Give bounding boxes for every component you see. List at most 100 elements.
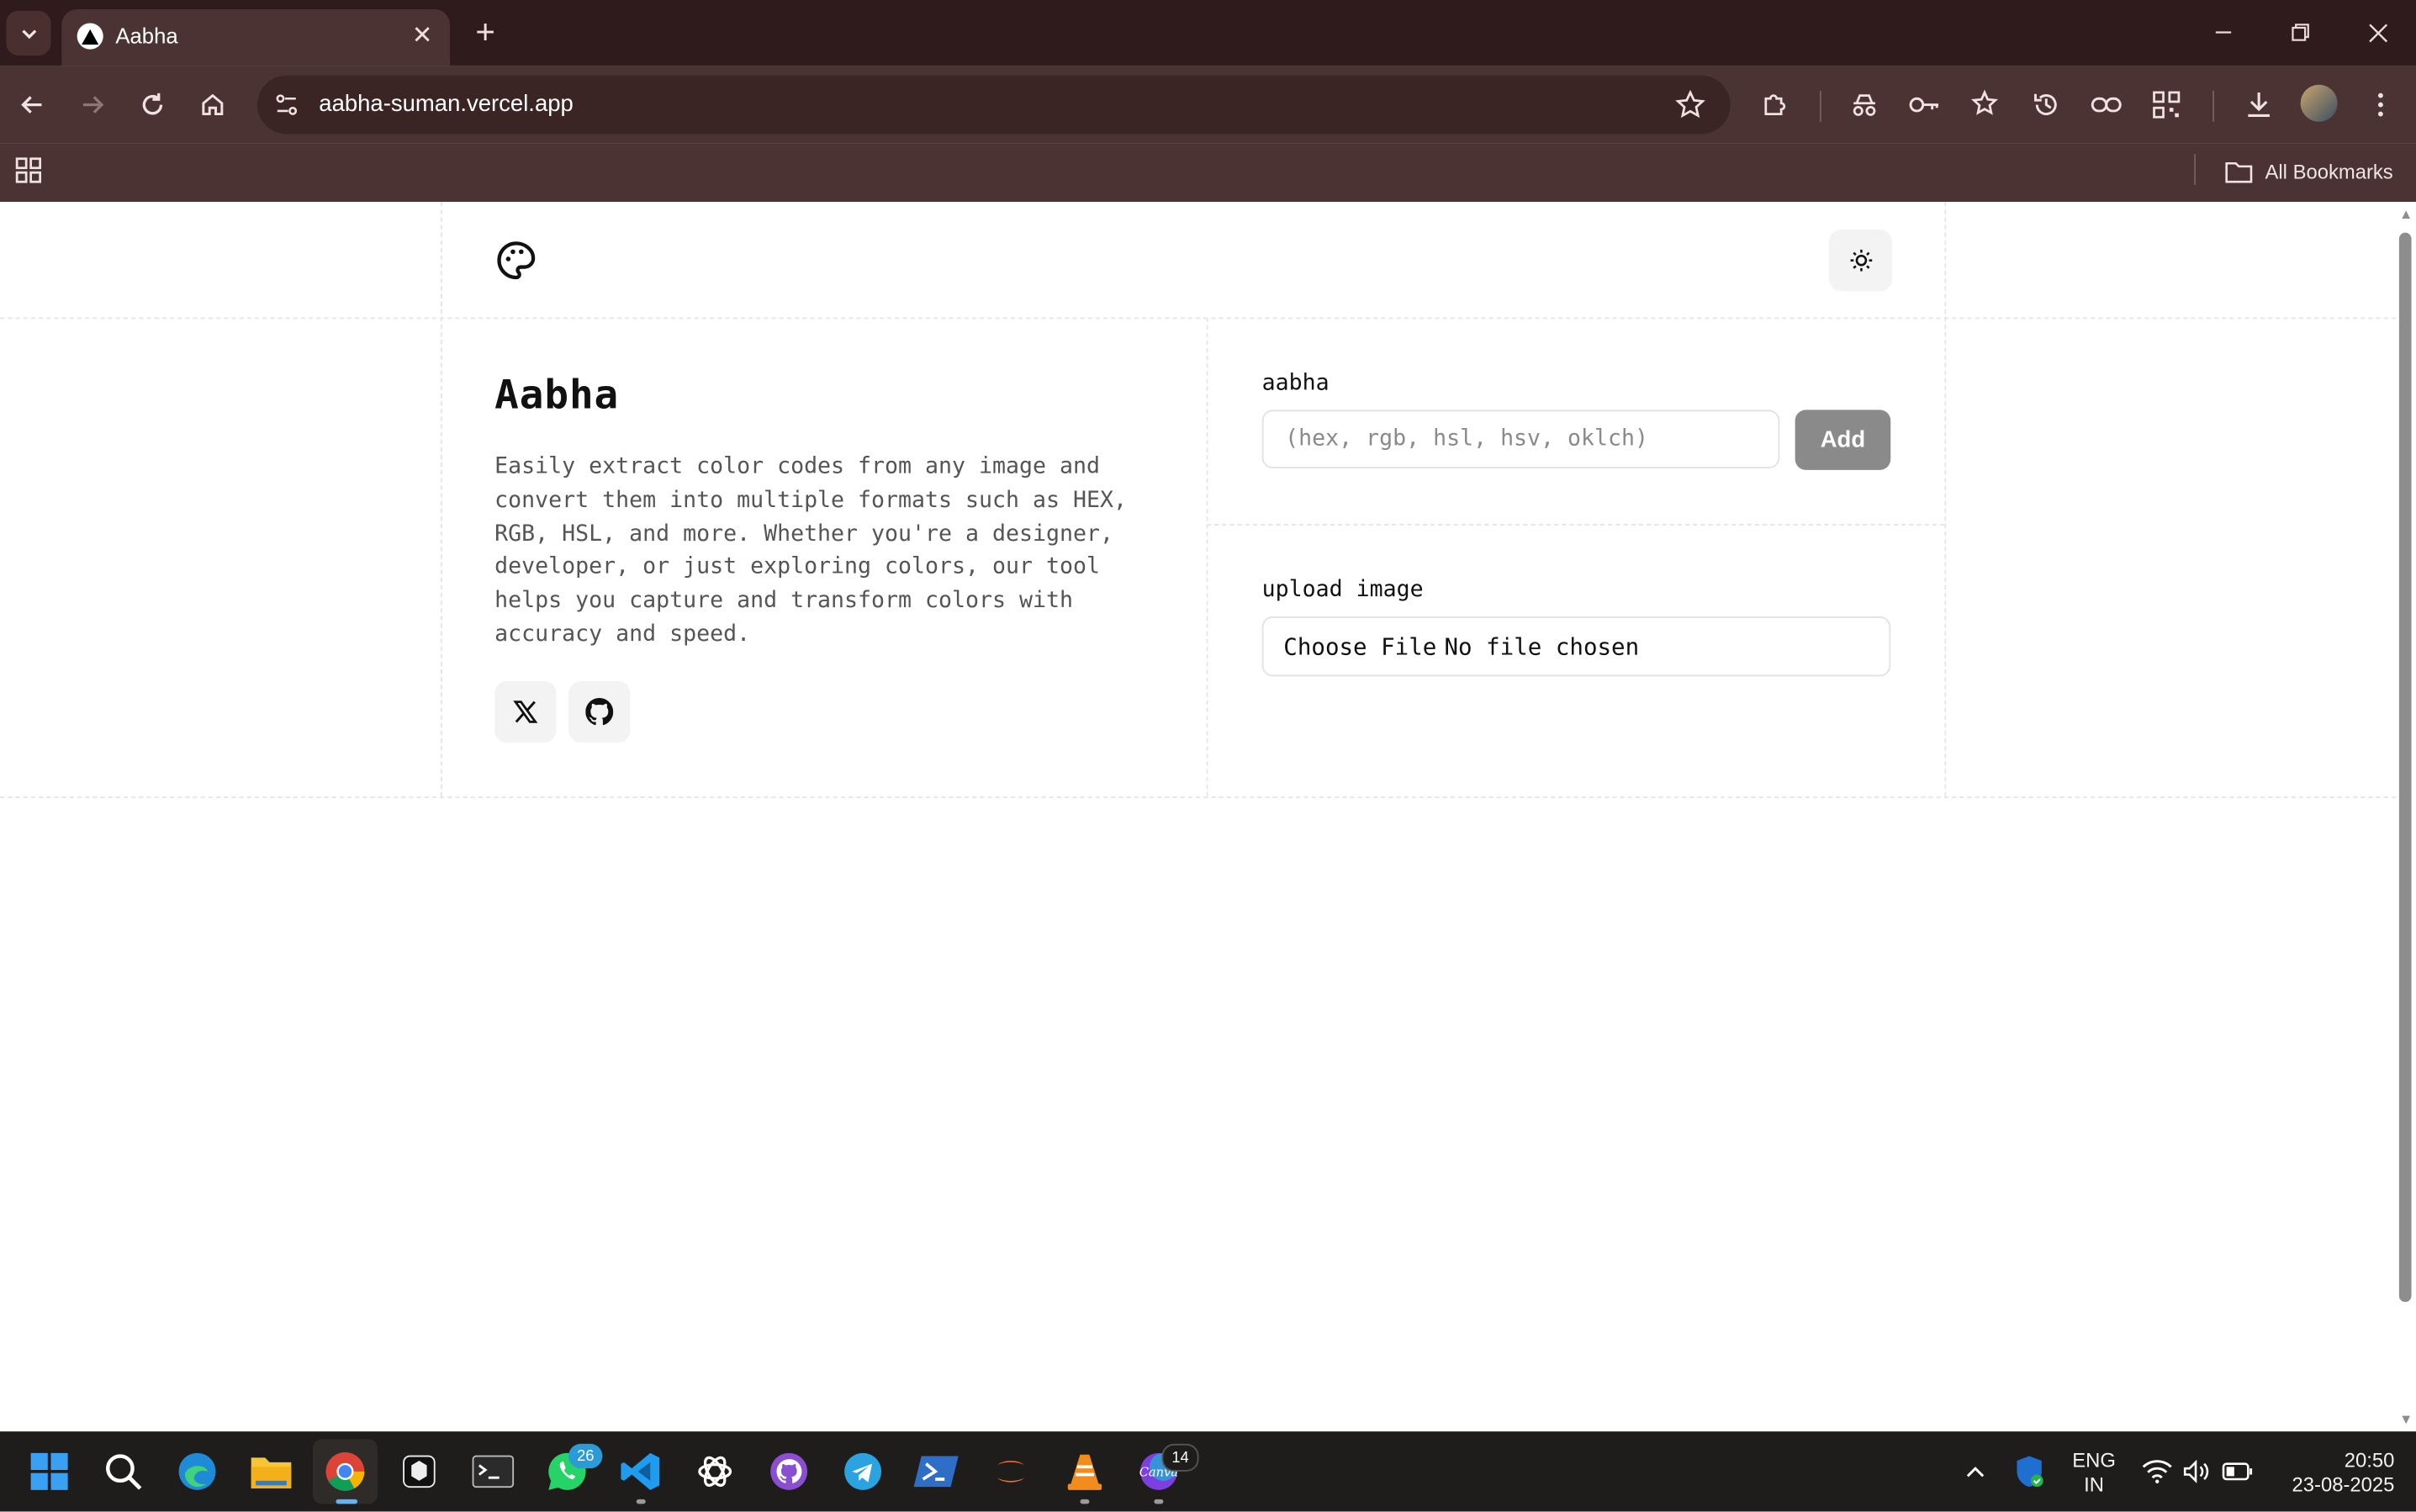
folder-icon [2225,161,2253,182]
tab-search-button[interactable] [6,10,51,56]
theme-toggle-button[interactable] [1828,230,1893,292]
link-extension[interactable] [2085,83,2128,126]
scroll-up-arrow-icon[interactable]: ▲ [2399,207,2413,220]
close-icon [2368,23,2387,42]
page-title: Aabha [494,373,620,420]
site-settings-icon[interactable] [272,91,300,119]
powershell-icon[interactable] [912,1447,962,1497]
more-vertical-icon [2377,93,2383,117]
close-tab-icon[interactable]: ✕ [407,20,438,51]
github-link-button[interactable] [568,680,631,743]
chevron-down-icon [21,29,36,39]
address-bar[interactable]: aabha-suman.vercel.app [256,75,1731,135]
restore-window-button[interactable] [2277,13,2323,53]
download-icon [2248,92,2270,117]
restore-icon [2292,24,2309,41]
clock-date: 23-08-2025 [2292,1472,2395,1497]
grid-line [441,202,442,797]
github-desktop-icon[interactable] [764,1447,814,1497]
extensions-button[interactable] [1753,83,1796,126]
qr-code-icon [2153,91,2181,119]
color-input-label: aabha [1261,371,1330,396]
chrome-icon[interactable] [320,1447,370,1497]
arrow-right-icon [82,96,104,114]
telegram-icon[interactable] [838,1447,888,1497]
add-color-button[interactable]: Add [1795,410,1891,470]
jupyter-icon[interactable] [986,1447,1036,1497]
key-icon [1909,97,1939,113]
arrow-left-icon [21,96,42,114]
favicon-icon [77,23,103,50]
apps-grid-icon[interactable] [13,156,45,187]
language-code: ENG [2072,1448,2116,1472]
close-window-button[interactable] [2355,13,2401,53]
security-shield-icon[interactable] [2007,1447,2050,1497]
chatgpt-icon[interactable] [690,1447,740,1497]
upload-image-label: upload image [1261,578,1424,603]
grid-line [1944,202,1947,797]
page-scrollbar[interactable]: ▲ ▼ [2396,202,2416,1432]
forward-button[interactable] [71,83,114,126]
home-button[interactable] [191,83,234,126]
home-icon [202,93,224,116]
browser-tab-strip: Aabha ✕ + [0,0,2416,66]
all-bookmarks-button[interactable]: All Bookmarks [2225,156,2393,187]
vscode-icon[interactable] [616,1447,666,1497]
color-code-input[interactable] [1263,411,1779,468]
volume-icon[interactable] [2177,1447,2218,1497]
palette-logo-icon[interactable] [494,239,537,282]
page-description: Easily extract color codes from any imag… [494,454,1127,648]
grid-line [1206,317,1208,797]
color-input-wrapper [1261,410,1780,469]
windows-taskbar: 26 Canva 14 ENG IN 20:50 23-08-2025 [0,1431,2416,1512]
battery-icon[interactable] [2218,1447,2258,1497]
favorites-extension[interactable] [1964,83,2007,126]
wifi-icon[interactable] [2137,1447,2177,1497]
app-box-icon[interactable] [394,1447,444,1497]
x-icon [513,700,538,723]
terminal-icon[interactable] [468,1447,518,1497]
qr-code-extension[interactable] [2145,83,2188,126]
profile-avatar[interactable] [2300,84,2338,122]
browser-tab-active[interactable]: Aabha ✕ [61,8,451,66]
open-app-indicator [1154,1499,1164,1504]
windows-start-icon[interactable] [24,1447,74,1497]
browser-toolbar: aabha-suman.vercel.app [0,66,2416,144]
downloads-button[interactable] [2237,83,2280,126]
x-link-button[interactable] [494,680,557,743]
open-app-indicator [1080,1499,1090,1504]
toolbar-separator [1819,91,1821,122]
clock[interactable]: 20:50 23-08-2025 [2271,1448,2395,1498]
history-extension[interactable] [2025,83,2068,126]
reload-icon [142,93,163,115]
scrollbar-thumb[interactable] [2398,232,2412,1303]
show-hidden-icons-chevron-icon[interactable] [1953,1447,1996,1497]
language-indicator[interactable]: ENG IN [2064,1448,2123,1498]
whatsapp-notification-badge: 26 [568,1443,603,1469]
all-bookmarks-label: All Bookmarks [2265,159,2393,183]
bookmark-star-icon[interactable] [1675,89,1706,120]
incognito-extension[interactable] [1842,83,1885,126]
grid-line [0,317,2397,320]
link-icon [2091,97,2122,113]
password-extension[interactable] [1903,83,1946,126]
tab-title: Aabha [115,23,178,48]
file-upload-input[interactable]: Choose File No file chosen [1261,616,1891,677]
minimize-icon [2215,31,2232,34]
edge-icon[interactable] [172,1447,222,1497]
browser-menu-button[interactable] [2359,83,2402,126]
history-icon [2034,93,2057,115]
choose-file-button[interactable]: Choose File [1283,632,1436,660]
reload-button[interactable] [131,83,174,126]
scroll-down-arrow-icon[interactable]: ▼ [2399,1412,2413,1425]
vlc-icon[interactable] [1060,1447,1110,1497]
back-button[interactable] [11,83,54,126]
github-icon [585,698,614,726]
bookmarks-separator [2194,154,2197,185]
new-tab-button[interactable]: + [467,13,504,51]
file-explorer-icon[interactable] [246,1447,296,1497]
minimize-window-button[interactable] [2201,13,2247,53]
region-code: IN [2084,1472,2105,1497]
bookmarks-bar: All Bookmarks [0,143,2416,203]
search-icon[interactable] [98,1447,148,1497]
